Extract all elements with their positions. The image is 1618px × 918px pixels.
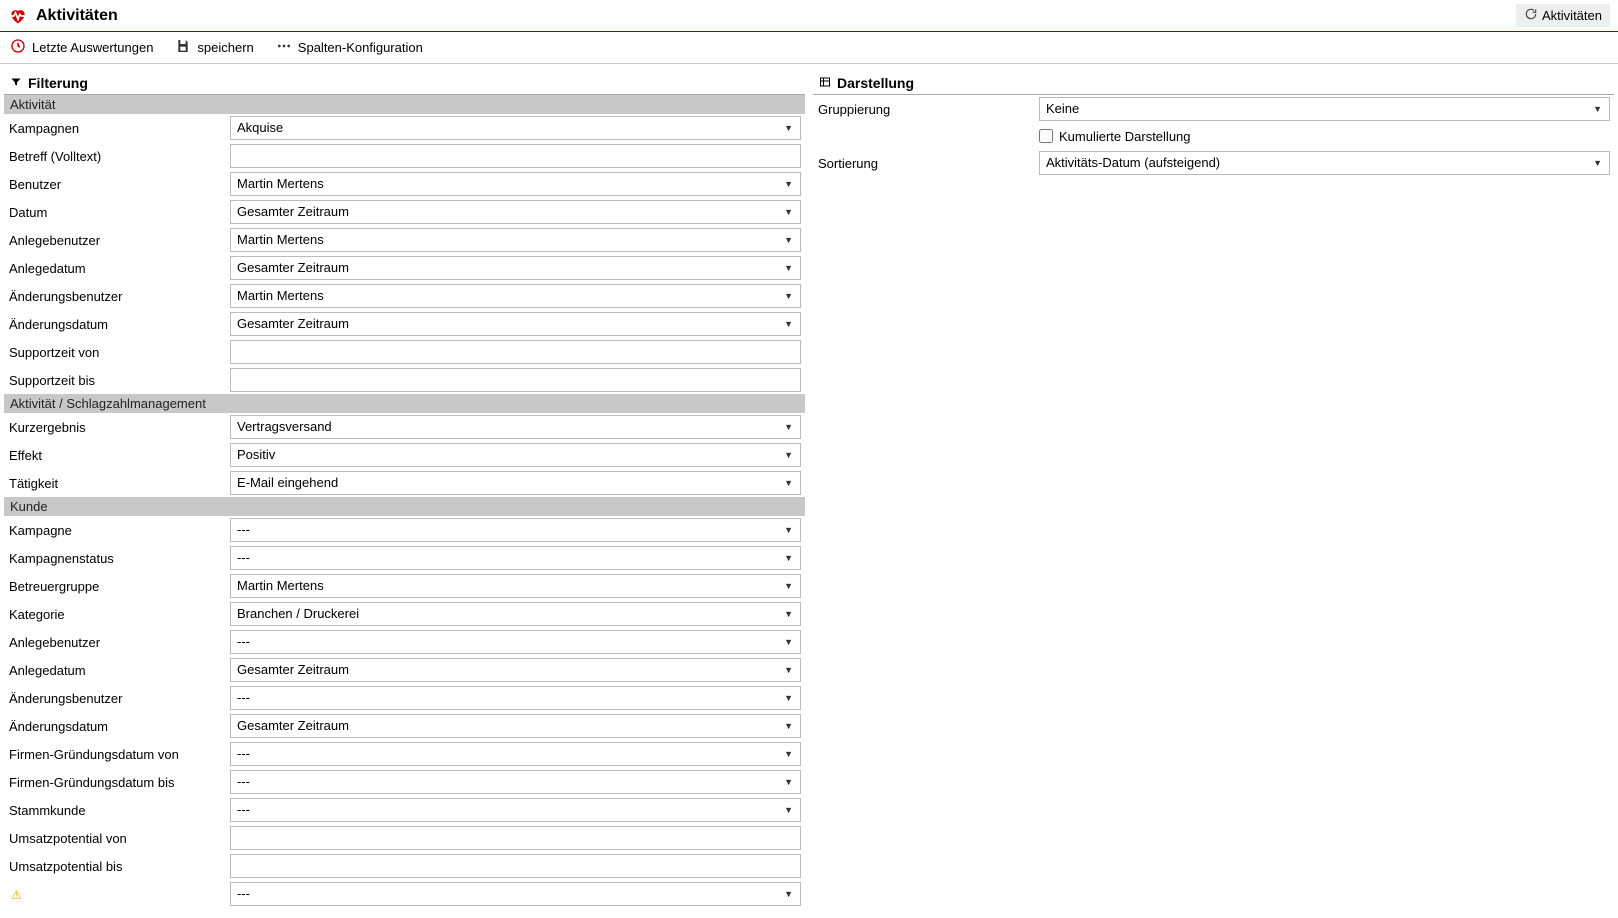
columns-label: Spalten-Konfiguration [298, 40, 423, 55]
warning-icon: ⚠ [9, 888, 22, 902]
filter-section-header: Filterung [4, 72, 805, 95]
changedate-label: Änderungsdatum [8, 317, 224, 332]
revpotfrom-label: Umsatzpotential von [8, 831, 224, 846]
recent-label: Letzte Auswertungen [32, 40, 153, 55]
revpotfrom-input[interactable] [230, 826, 801, 850]
shortresult-label: Kurzergebnis [8, 420, 224, 435]
kcreateddate-label: Anlegedatum [8, 663, 224, 678]
dots-icon [276, 38, 292, 57]
revpotto-input[interactable] [230, 854, 801, 878]
regular-label: Stammkunde [8, 803, 224, 818]
category-select[interactable]: Branchen / Druckerei [230, 602, 801, 626]
refresh-button[interactable]: Aktivitäten [1516, 4, 1610, 27]
filter-icon [10, 75, 22, 91]
grouping-label: Gruppierung [817, 102, 1033, 117]
campaigns-label: Kampagnen [8, 121, 224, 136]
user-label: Benutzer [8, 177, 224, 192]
sorting-select[interactable]: Aktivitäts-Datum (aufsteigend) [1039, 151, 1610, 175]
regular-select[interactable]: --- [230, 798, 801, 822]
date-label: Datum [8, 205, 224, 220]
kchangeuser-select[interactable]: --- [230, 686, 801, 710]
category-label: Kategorie [8, 607, 224, 622]
createduser-label: Anlegebenutzer [8, 233, 224, 248]
createddate-label: Anlegedatum [8, 261, 224, 276]
campaigns-select[interactable]: Akquise [230, 116, 801, 140]
kcampaign-select[interactable]: --- [230, 518, 801, 542]
kcreateduser-select[interactable]: --- [230, 630, 801, 654]
foundingfrom-select[interactable]: --- [230, 742, 801, 766]
effect-select[interactable]: Positiv [230, 443, 801, 467]
recent-evaluations-button[interactable]: Letzte Auswertungen [10, 38, 153, 57]
changedate-select[interactable]: Gesamter Zeitraum [230, 312, 801, 336]
user-select[interactable]: Martin Mertens [230, 172, 801, 196]
group-customer-header: Kunde [4, 497, 805, 516]
date-select[interactable]: Gesamter Zeitraum [230, 200, 801, 224]
grouping-select[interactable]: Keine [1039, 97, 1610, 121]
column-config-button[interactable]: Spalten-Konfiguration [276, 38, 423, 57]
kcampaignstatus-select[interactable]: --- [230, 546, 801, 570]
supportto-input[interactable] [230, 368, 801, 392]
save-label: speichern [197, 40, 253, 55]
shortresult-select[interactable]: Vertragsversand [230, 415, 801, 439]
save-button[interactable]: speichern [175, 38, 253, 57]
caregroup-label: Betreuergruppe [8, 579, 224, 594]
subject-input[interactable] [230, 144, 801, 168]
save-icon [175, 38, 191, 57]
supportto-label: Supportzeit bis [8, 373, 224, 388]
task-label: Tätigkeit [8, 476, 224, 491]
cumulative-checkbox[interactable] [1039, 129, 1053, 143]
kcreateddate-select[interactable]: Gesamter Zeitraum [230, 658, 801, 682]
warn-select[interactable]: --- [230, 882, 801, 906]
createddate-select[interactable]: Gesamter Zeitraum [230, 256, 801, 280]
page-title: Aktivitäten [36, 7, 118, 25]
supportfrom-input[interactable] [230, 340, 801, 364]
effect-label: Effekt [8, 448, 224, 463]
refresh-label: Aktivitäten [1542, 8, 1602, 23]
table-icon [819, 75, 831, 91]
kchangedate-label: Änderungsdatum [8, 719, 224, 734]
revpotto-label: Umsatzpotential bis [8, 859, 224, 874]
refresh-icon [1524, 7, 1538, 24]
changeuser-label: Änderungsbenutzer [8, 289, 224, 304]
foundingfrom-label: Firmen-Gründungsdatum von [8, 747, 224, 762]
foundingto-label: Firmen-Gründungsdatum bis [8, 775, 224, 790]
caregroup-select[interactable]: Martin Mertens [230, 574, 801, 598]
foundingto-select[interactable]: --- [230, 770, 801, 794]
changeuser-select[interactable]: Martin Mertens [230, 284, 801, 308]
supportfrom-label: Supportzeit von [8, 345, 224, 360]
kchangedate-select[interactable]: Gesamter Zeitraum [230, 714, 801, 738]
kcampaignstatus-label: Kampagnenstatus [8, 551, 224, 566]
app-logo-icon [8, 6, 28, 26]
subject-label: Betreff (Volltext) [8, 149, 224, 164]
createduser-select[interactable]: Martin Mertens [230, 228, 801, 252]
kchangeuser-label: Änderungsbenutzer [8, 691, 224, 706]
group-strike-header: Aktivität / Schlagzahlmanagement [4, 394, 805, 413]
filter-title: Filterung [28, 75, 88, 91]
display-title: Darstellung [837, 75, 914, 91]
kcreateduser-label: Anlegebenutzer [8, 635, 224, 650]
task-select[interactable]: E-Mail eingehend [230, 471, 801, 495]
cumulative-label: Kumulierte Darstellung [1059, 129, 1191, 144]
display-section-header: Darstellung [813, 72, 1614, 95]
group-activity-header: Aktivität [4, 95, 805, 114]
clock-icon [10, 38, 26, 57]
kcampaign-label: Kampagne [8, 523, 224, 538]
sorting-label: Sortierung [817, 156, 1033, 171]
